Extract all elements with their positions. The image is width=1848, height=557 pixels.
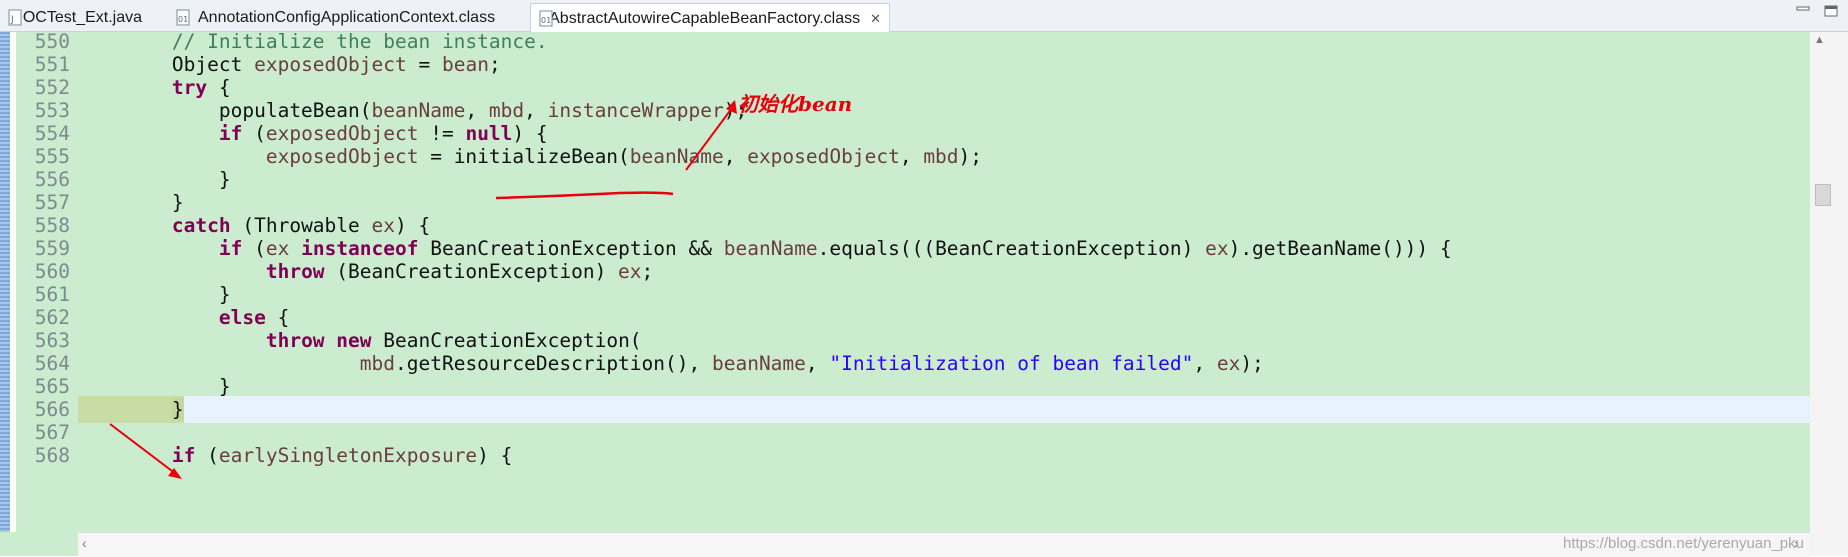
red-arrow-to-brace — [109, 423, 177, 475]
red-arrow-to-label — [685, 103, 736, 171]
annotation-overlay — [109, 100, 737, 479]
red-underline — [495, 191, 674, 200]
red-arrowhead — [726, 100, 737, 114]
